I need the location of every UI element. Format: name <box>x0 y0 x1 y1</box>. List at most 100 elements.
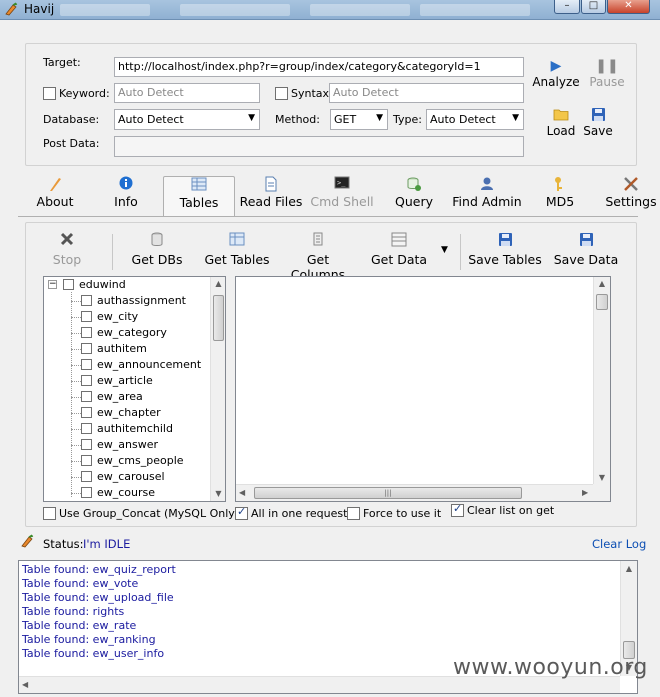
log-line: Table found: ew_quiz_report <box>22 563 176 576</box>
toolbar-separator <box>112 234 113 270</box>
type-select[interactable]: Auto Detect ▼ <box>426 109 524 130</box>
all-in-one-checkbox[interactable] <box>235 505 248 520</box>
collapse-expander-icon[interactable]: − <box>48 280 57 289</box>
table-icon <box>164 177 234 195</box>
syntax-input[interactable]: Auto Detect <box>329 83 524 103</box>
post-data-input[interactable] <box>114 136 524 157</box>
tree-item-checkbox[interactable] <box>81 375 92 386</box>
minimize-button[interactable]: – <box>554 0 580 14</box>
tree-item-checkbox[interactable] <box>81 295 92 306</box>
tree-guide-line <box>71 477 81 478</box>
status-carrot-icon <box>20 534 34 551</box>
tree-item-checkbox[interactable] <box>81 487 92 498</box>
save-tables-button[interactable]: Save Tables <box>468 232 542 267</box>
tree-item-checkbox[interactable] <box>81 391 92 402</box>
chevron-down-icon: ▼ <box>512 113 519 123</box>
scroll-down-icon[interactable]: ▼ <box>211 489 225 498</box>
scroll-left-icon[interactable]: ◀ <box>239 488 245 497</box>
stop-label: Stop <box>52 252 82 267</box>
method-select[interactable]: GET ▼ <box>330 109 388 130</box>
clear-list-checkbox[interactable] <box>451 502 464 517</box>
tree-item-checkbox[interactable] <box>81 407 92 418</box>
tree-item-checkbox[interactable] <box>81 359 92 370</box>
close-button[interactable]: ✕ <box>607 0 650 14</box>
get-data-dropdown-arrow[interactable]: ▼ <box>441 245 448 255</box>
scroll-right-icon[interactable]: ▶ <box>582 488 588 497</box>
save-button[interactable]: Save <box>580 107 616 138</box>
tab-strip-line <box>18 216 638 217</box>
tree-guide-line <box>71 429 81 430</box>
tab-tables-label: Tables <box>179 195 219 210</box>
tree-item-label: ew_answer <box>97 438 158 451</box>
key-icon <box>540 176 580 194</box>
tab-cmd-shell[interactable]: >_ Cmd Shell <box>310 176 374 216</box>
keyword-input[interactable]: Auto Detect <box>114 83 260 103</box>
tree-item-checkbox[interactable] <box>81 311 92 322</box>
get-tables-button[interactable]: Get Tables <box>203 232 271 267</box>
pause-button[interactable]: ❚❚ Pause <box>585 58 629 89</box>
scroll-thumb[interactable] <box>596 294 608 310</box>
save-tables-label: Save Tables <box>468 252 542 267</box>
analyze-button[interactable]: ▶ Analyze <box>532 58 580 89</box>
tree-root-label: eduwind <box>79 278 126 291</box>
keyword-checkbox[interactable] <box>43 87 56 100</box>
tab-query[interactable]: Query <box>392 176 436 216</box>
scroll-thumb[interactable]: ||| <box>254 487 522 499</box>
tab-settings[interactable]: Settings <box>604 176 658 216</box>
tree-item-checkbox[interactable] <box>81 343 92 354</box>
table-icon <box>203 232 271 252</box>
clear-log-link[interactable]: Clear Log <box>592 537 646 551</box>
tree-item-label: authitemchild <box>97 422 173 435</box>
tree-item-checkbox[interactable] <box>81 455 92 466</box>
scroll-left-icon[interactable]: ◀ <box>22 680 28 689</box>
maximize-button[interactable]: □ <box>581 0 606 14</box>
scroll-down-icon[interactable]: ▼ <box>594 473 610 482</box>
tab-info[interactable]: Info <box>104 176 148 216</box>
tab-md5-label: MD5 <box>545 194 575 209</box>
tree-item-checkbox[interactable] <box>81 423 92 434</box>
blurred-taskbar-item <box>180 4 290 16</box>
tree-item-checkbox[interactable] <box>81 327 92 338</box>
tree-guide-line <box>71 301 81 302</box>
scroll-up-icon[interactable]: ▲ <box>621 564 637 573</box>
target-label: Target: <box>43 56 81 69</box>
save-data-button[interactable]: Save Data <box>553 232 619 267</box>
tree-item-label: ew_article <box>97 374 153 387</box>
save-label: Save <box>583 124 613 138</box>
clear-list-label: Clear list on get <box>467 504 555 517</box>
database-select[interactable]: Auto Detect ▼ <box>114 109 260 130</box>
pause-label: Pause <box>589 75 625 89</box>
tab-find-admin[interactable]: Find Admin <box>452 176 522 216</box>
grid-horizontal-scrollbar[interactable]: ◀ ||| ▶ <box>236 484 593 501</box>
get-columns-button[interactable]: Get Columns <box>278 232 358 282</box>
scroll-thumb[interactable] <box>213 295 224 341</box>
syntax-checkbox[interactable] <box>275 87 288 100</box>
scroll-up-icon[interactable]: ▲ <box>594 279 610 288</box>
target-url-input[interactable]: http://localhost/index.php?r=group/index… <box>114 57 524 77</box>
group-concat-checkbox[interactable] <box>43 507 56 520</box>
tree-item-label: ew_chapter <box>97 406 161 419</box>
tab-read-files[interactable]: Read Files <box>238 176 304 216</box>
tree-root-checkbox[interactable] <box>63 279 74 290</box>
tree-item-checkbox[interactable] <box>81 471 92 482</box>
tree-item-checkbox[interactable] <box>81 439 92 450</box>
tab-settings-label: Settings <box>605 194 657 209</box>
force-checkbox[interactable] <box>347 507 360 520</box>
tab-md5[interactable]: MD5 <box>540 176 580 216</box>
method-label: Method: <box>275 113 320 126</box>
data-grid[interactable]: ▲ ▼ ◀ ||| ▶ <box>235 276 611 502</box>
log-line: Table found: ew_ranking <box>22 633 156 646</box>
get-dbs-button[interactable]: Get DBs <box>128 232 186 267</box>
tree-guide-line <box>71 397 81 398</box>
load-button[interactable]: Load <box>540 107 582 138</box>
scroll-up-icon[interactable]: ▲ <box>211 279 225 288</box>
stop-button[interactable]: Stop <box>48 232 86 267</box>
tree-item-label: ew_cms_people <box>97 454 184 467</box>
tab-tables[interactable]: Tables <box>163 176 235 216</box>
keyword-label: Keyword: <box>59 87 110 100</box>
get-data-button[interactable]: Get Data <box>370 232 428 267</box>
tree-vertical-scrollbar[interactable]: ▲ ▼ <box>210 277 225 501</box>
database-tree[interactable]: − eduwind authassignment ew_city ew_catego… <box>43 276 226 502</box>
grid-vertical-scrollbar[interactable]: ▲ ▼ <box>593 277 610 484</box>
tab-about[interactable]: About <box>32 176 78 216</box>
